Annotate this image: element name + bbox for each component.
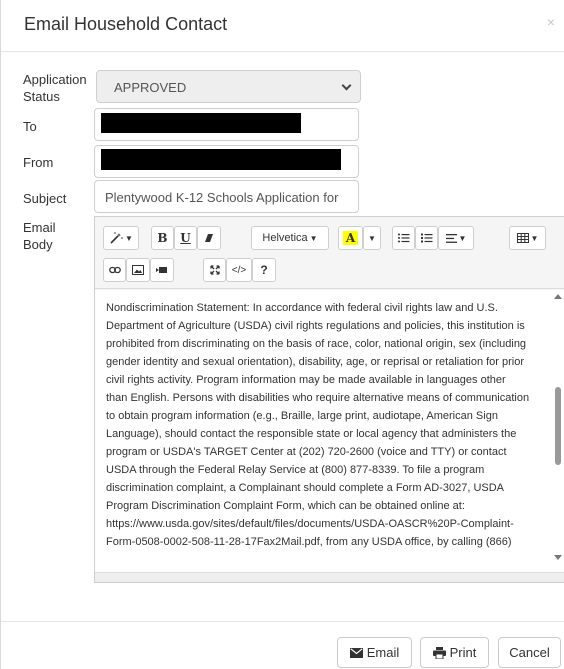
font-name-value: Helvetica bbox=[262, 232, 308, 244]
email-body-line: gender identity and sexual orientation),… bbox=[106, 356, 525, 368]
email-body-line: than English. Persons with disabilities … bbox=[106, 392, 530, 404]
email-body-line: USDA through the Federal Relay Service a… bbox=[106, 464, 485, 476]
from-label: From bbox=[23, 155, 54, 170]
code-view-icon[interactable]: </> bbox=[226, 258, 252, 282]
application-status-label: Application Status bbox=[23, 71, 87, 105]
email-body-line: Program Discrimination Complaint Form, w… bbox=[106, 500, 465, 512]
dialog-header: Email Household Contact × bbox=[1, 0, 564, 52]
scroll-down-arrow-icon[interactable] bbox=[554, 555, 562, 560]
magic-wand-icon[interactable]: ▼ bbox=[103, 226, 139, 250]
picture-icon[interactable] bbox=[126, 258, 150, 282]
email-body-line: Department of Agriculture (USDA) civil r… bbox=[106, 320, 525, 332]
bold-icon[interactable]: B bbox=[151, 226, 174, 250]
help-icon[interactable]: ? bbox=[252, 258, 276, 282]
subject-value: Plentywood K-12 Schools Application for bbox=[105, 190, 339, 205]
to-label: To bbox=[23, 119, 37, 134]
unordered-list-icon[interactable] bbox=[392, 226, 415, 250]
editor-scrollbar[interactable] bbox=[551, 290, 564, 572]
email-body-line: prohibited from discriminating on the ba… bbox=[106, 338, 527, 350]
video-icon[interactable] bbox=[150, 258, 174, 282]
redacted-to-address bbox=[101, 113, 301, 133]
ordered-list-icon[interactable] bbox=[415, 226, 438, 250]
email-body-line: https://www.usda.gov/sites/default/files… bbox=[106, 518, 514, 530]
close-icon[interactable]: × bbox=[547, 14, 555, 30]
underline-icon[interactable]: U bbox=[174, 226, 197, 250]
print-button[interactable]: Print bbox=[420, 637, 489, 668]
email-body-label-line1: Email bbox=[23, 220, 56, 235]
application-status-select[interactable]: APPROVED bbox=[96, 70, 361, 103]
fullscreen-icon[interactable] bbox=[203, 258, 226, 282]
application-status-value: APPROVED bbox=[114, 80, 187, 95]
rich-text-editor: ▼ B U Helvetica ▼ A ▼ ▼ ▼ </> ? Nondiscr… bbox=[94, 216, 564, 583]
subject-label: Subject bbox=[23, 191, 67, 206]
envelope-icon bbox=[349, 647, 363, 658]
eraser-icon[interactable] bbox=[197, 226, 221, 250]
dialog-footer: Email Print Cancel bbox=[1, 621, 564, 669]
email-body-label: Email Body bbox=[23, 219, 56, 253]
text-color-dropdown[interactable]: ▼ bbox=[363, 226, 381, 250]
printer-icon bbox=[432, 646, 446, 659]
table-icon[interactable]: ▼ bbox=[509, 226, 546, 250]
email-body-text: Nondiscrimination Statement: In accordan… bbox=[106, 299, 551, 551]
email-body-line: to obtain program information (e.g., Bra… bbox=[106, 410, 498, 422]
print-button-label: Print bbox=[449, 645, 477, 660]
email-body-line: civil rights activity. Program informati… bbox=[106, 374, 506, 386]
editor-content-area[interactable]: Nondiscrimination Statement: In accordan… bbox=[95, 290, 564, 572]
redacted-from-address bbox=[101, 149, 341, 170]
from-field[interactable] bbox=[94, 145, 359, 178]
email-body-line: Language), should contact the responsibl… bbox=[106, 428, 517, 440]
chevron-down-icon bbox=[341, 80, 352, 91]
email-body-line: discrimination complaint, a Complainant … bbox=[106, 482, 505, 494]
font-name-dropdown[interactable]: Helvetica ▼ bbox=[251, 226, 329, 250]
application-status-label-line2: Status bbox=[23, 89, 60, 104]
email-household-contact-dialog: Email Household Contact × Application St… bbox=[0, 0, 564, 669]
scrollbar-thumb[interactable] bbox=[555, 387, 561, 465]
subject-input[interactable]: Plentywood K-12 Schools Application for bbox=[94, 180, 359, 213]
application-status-label-line1: Application bbox=[23, 72, 87, 87]
editor-resize-bar[interactable] bbox=[95, 572, 564, 582]
email-body-line: Form-0508-0002-508-11-28-17Fax2Mail.pdf,… bbox=[106, 536, 512, 548]
dialog-title: Email Household Contact bbox=[24, 14, 228, 34]
cancel-button[interactable]: Cancel bbox=[498, 637, 561, 668]
email-button[interactable]: Email bbox=[337, 637, 412, 668]
email-body-line: program or USDA's TARGET Center at (202)… bbox=[106, 446, 507, 458]
scroll-up-arrow-icon[interactable] bbox=[554, 294, 562, 299]
editor-toolbar: ▼ B U Helvetica ▼ A ▼ ▼ ▼ </> ? bbox=[95, 217, 564, 289]
email-body-line: Nondiscrimination Statement: In accordan… bbox=[106, 302, 498, 314]
paragraph-align-icon[interactable]: ▼ bbox=[438, 226, 474, 250]
to-field[interactable] bbox=[94, 108, 359, 141]
link-icon[interactable] bbox=[103, 258, 126, 282]
email-button-label: Email bbox=[366, 645, 400, 660]
email-body-label-line2: Body bbox=[23, 237, 53, 252]
text-color-icon[interactable]: A bbox=[338, 226, 363, 250]
